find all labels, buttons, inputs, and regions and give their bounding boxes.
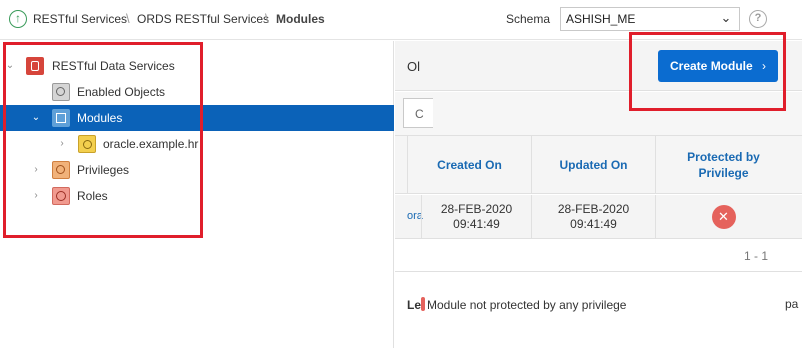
- breadcrumb-ords-restful-services[interactable]: ORDS RESTful Services: [137, 12, 269, 26]
- breadcrumb-separator: \: [265, 11, 269, 26]
- pagination: 1 - 1: [395, 240, 802, 272]
- legend: Le Module not protected by any privilege: [407, 297, 626, 312]
- chevron-down-icon[interactable]: ⌄: [716, 8, 736, 28]
- region-title: Ol: [407, 59, 420, 74]
- legend-swatch: [421, 297, 426, 311]
- breadcrumb-separator: \: [126, 11, 130, 26]
- column-protected-by-privilege[interactable]: Protected by Privilege: [655, 136, 791, 194]
- updated-on-cell: 28-FEB-2020 09:41:49: [531, 195, 655, 239]
- search-input[interactable]: C: [403, 98, 433, 128]
- table-row: ora 28-FEB-2020 09:41:49 28-FEB-2020 09:…: [395, 195, 802, 239]
- schema-label: Schema: [506, 12, 551, 26]
- legend-key: Le: [407, 298, 422, 312]
- schema-value: ASHISH_ME: [566, 12, 636, 26]
- not-protected-icon: ✕: [711, 205, 736, 229]
- breadcrumb-modules: Modules: [276, 12, 325, 26]
- schema-select[interactable]: ASHISH_ME: [560, 7, 740, 31]
- help-icon[interactable]: ?: [749, 10, 767, 28]
- pagination-range: 1 - 1: [743, 249, 768, 263]
- grid-header: Created On Updated On Protected by Privi…: [395, 136, 802, 194]
- created-on-cell: 28-FEB-2020 09:41:49: [421, 195, 531, 239]
- column-created-on[interactable]: Created On: [407, 136, 531, 194]
- legend-text: Module not protected by any privilege: [427, 298, 627, 312]
- legend-tail: pa: [785, 297, 799, 311]
- protected-cell: ✕: [655, 195, 791, 239]
- breadcrumb-restful-services[interactable]: RESTful Services: [33, 12, 127, 26]
- column-updated-on[interactable]: Updated On: [531, 136, 655, 194]
- highlight-box-create-module: [629, 32, 786, 111]
- arrow-up-icon[interactable]: ↑: [9, 10, 27, 28]
- highlight-box-tree: [3, 42, 203, 238]
- search-input-stub: C: [415, 107, 424, 121]
